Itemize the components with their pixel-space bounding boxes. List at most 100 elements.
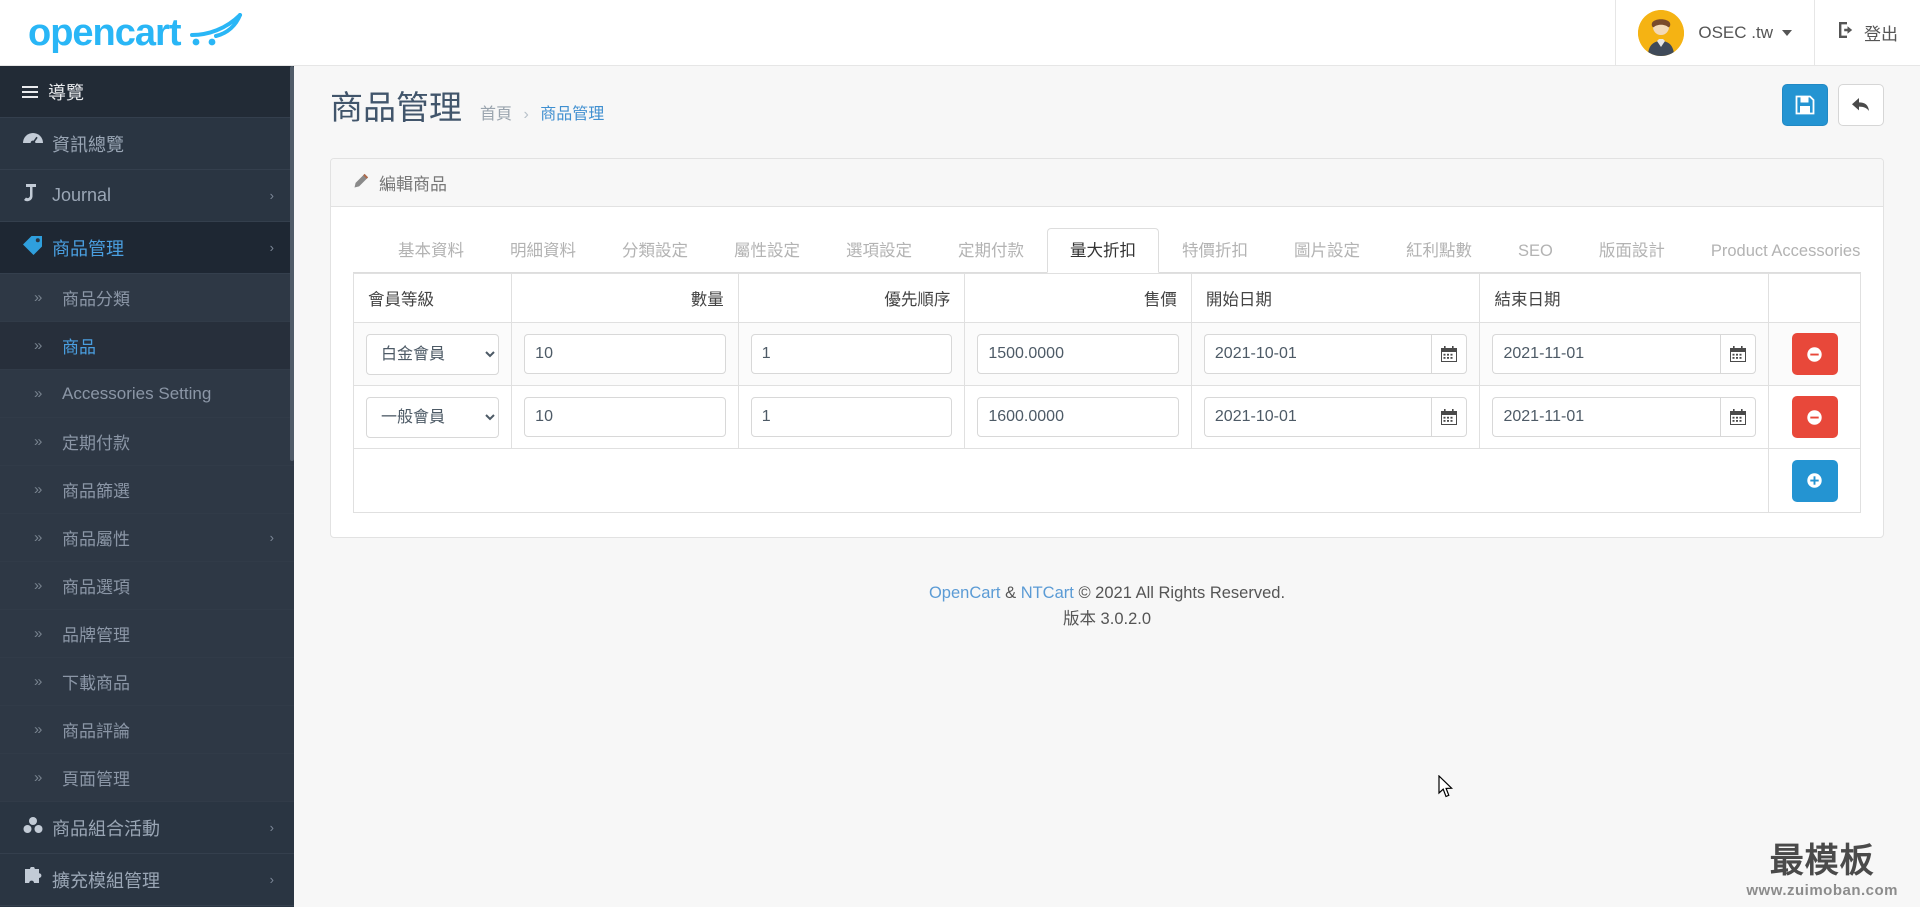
watermark: 最模板 www.zuimoban.com: [1746, 833, 1898, 899]
sidebar-item-journal[interactable]: Journal ›: [0, 170, 294, 222]
sidebar-subitem-reviews[interactable]: » 商品評論: [0, 706, 294, 754]
breadcrumb-home[interactable]: 首頁: [480, 106, 512, 123]
calendar-icon[interactable]: [1431, 334, 1468, 374]
sidebar-subitem-label: 品牌管理: [62, 626, 130, 645]
calendar-icon[interactable]: [1719, 334, 1757, 374]
chevron-down-icon: [1782, 29, 1792, 36]
tab-discount[interactable]: 量大折扣: [1047, 228, 1159, 273]
date-start-group: [1203, 397, 1468, 437]
price-input[interactable]: [977, 397, 1179, 437]
plus-circle-icon: [1807, 473, 1822, 488]
panel-body: 基本資料 明細資料 分類設定 屬性設定 選項設定 定期付款 量大折扣 特價折扣 …: [331, 207, 1883, 537]
hamburger-icon: [22, 85, 38, 98]
priority-input[interactable]: [750, 397, 953, 437]
price-input[interactable]: [977, 334, 1179, 374]
priority-input[interactable]: [750, 334, 953, 374]
sidebar-item-catalog[interactable]: 商品管理 ›: [0, 222, 294, 274]
sidebar-subitem-categories[interactable]: » 商品分類: [0, 274, 294, 322]
sidebar-subitem-recurring[interactable]: » 定期付款: [0, 418, 294, 466]
date-end-input[interactable]: [1492, 397, 1720, 437]
double-chevron-icon: »: [34, 625, 43, 642]
calendar-icon[interactable]: [1719, 397, 1757, 437]
sidebar-subitem-label: 商品屬性: [62, 530, 130, 549]
save-button[interactable]: [1782, 84, 1828, 126]
remove-row-button[interactable]: [1791, 333, 1838, 375]
sidebar-subitem-products[interactable]: » 商品: [0, 322, 294, 370]
customer-group-select[interactable]: 白金會員: [366, 333, 500, 375]
nav-toggle[interactable]: 導覽: [0, 66, 294, 118]
tab-option[interactable]: 選項設定: [823, 228, 935, 273]
sidebar-item-label: 資訊總覽: [52, 134, 124, 155]
double-chevron-icon: »: [34, 769, 43, 786]
sidebar-item-extensions[interactable]: 擴充模組管理 ›: [0, 854, 294, 906]
main-content: 商品管理 首頁 › 商品管理 編輯商品 基本資料 明細資料 分類設定 屬性設定 …: [294, 66, 1920, 907]
tab-data[interactable]: 明細資料: [487, 228, 599, 273]
customer-group-select[interactable]: 一般會員: [366, 396, 500, 438]
col-price: 售價: [964, 273, 1192, 323]
back-arrow-icon: [1852, 98, 1869, 111]
brand-logo[interactable]: opencart: [0, 0, 294, 65]
double-chevron-icon: »: [34, 529, 43, 546]
sidebar-subitem-downloads[interactable]: » 下載商品: [0, 658, 294, 706]
nav-header-label: 導覽: [48, 82, 84, 103]
cell-priority: [737, 322, 966, 386]
col-date-start: 開始日期: [1190, 273, 1481, 323]
tab-product-accessories[interactable]: Product Accessories: [1688, 228, 1883, 273]
date-start-input[interactable]: [1203, 334, 1432, 374]
cell-customer-group: 白金會員: [352, 322, 513, 386]
tab-image[interactable]: 圖片設定: [1271, 228, 1383, 273]
tab-seo[interactable]: SEO: [1495, 228, 1576, 273]
cell-price: [964, 322, 1192, 386]
table-footer-row: [352, 448, 1861, 513]
logout-label: 登出: [1864, 25, 1898, 44]
sidebar-subitem-information[interactable]: » 頁面管理: [0, 754, 294, 802]
remove-row-button[interactable]: [1791, 396, 1838, 438]
quantity-input[interactable]: [524, 397, 726, 437]
sidebar-subitem-filters[interactable]: » 商品篩選: [0, 466, 294, 514]
calendar-icon[interactable]: [1431, 397, 1468, 437]
ntcart-link[interactable]: NTCart: [1021, 584, 1074, 602]
tab-recurring[interactable]: 定期付款: [935, 228, 1047, 273]
date-start-input[interactable]: [1203, 397, 1432, 437]
discount-table: 會員等級 數量 優先順序 售價 開始日期 結束日期 白金會員 10 1 1500…: [352, 273, 1861, 513]
sidebar-item-dashboard[interactable]: 資訊總覽: [0, 118, 294, 170]
back-button[interactable]: [1838, 84, 1884, 126]
tab-attribute[interactable]: 屬性設定: [711, 228, 823, 273]
edit-product-panel: 編輯商品 基本資料 明細資料 分類設定 屬性設定 選項設定 定期付款 量大折扣 …: [330, 158, 1884, 538]
add-row-button[interactable]: [1791, 459, 1838, 502]
col-date-end: 結束日期: [1479, 273, 1770, 323]
footer-copyright: © 2021 All Rights Reserved.: [1073, 584, 1286, 602]
cell-quantity: [511, 322, 739, 386]
tab-special[interactable]: 特價折扣: [1159, 228, 1271, 273]
table-row: 一般會員: [352, 385, 1861, 449]
logout-button[interactable]: 登出: [1814, 0, 1920, 65]
tab-links[interactable]: 分類設定: [599, 228, 711, 273]
footer: OpenCart & NTCart © 2021 All Rights Rese…: [294, 580, 1920, 633]
top-header: opencart OSEC .tw 登出: [0, 0, 1920, 66]
sidebar-subitem-attributes[interactable]: » 商品屬性 ›: [0, 514, 294, 562]
tab-design[interactable]: 版面設計: [1576, 228, 1688, 273]
tab-bar: 基本資料 明細資料 分類設定 屬性設定 選項設定 定期付款 量大折扣 特價折扣 …: [353, 227, 1861, 273]
sidebar-subitem-manufacturers[interactable]: » 品牌管理: [0, 610, 294, 658]
date-end-input[interactable]: [1492, 334, 1720, 374]
sidebar-subitem-label: 頁面管理: [62, 770, 130, 789]
breadcrumb-current[interactable]: 商品管理: [540, 106, 604, 123]
col-customer-group: 會員等級: [352, 273, 513, 323]
quantity-input[interactable]: [524, 334, 726, 374]
sidebar-item-label: 商品組合活動: [52, 818, 160, 839]
sidebar-item-bundles[interactable]: 商品組合活動 ›: [0, 802, 294, 854]
sidebar-subitem-label: 下載商品: [62, 674, 130, 693]
opencart-link[interactable]: OpenCart: [929, 584, 1001, 602]
double-chevron-icon: »: [34, 577, 43, 594]
sidebar-subitem-accessories-setting[interactable]: » Accessories Setting: [0, 370, 294, 418]
tab-general[interactable]: 基本資料: [375, 228, 487, 273]
cell-add-action: [1768, 448, 1861, 513]
chevron-right-icon: ›: [269, 820, 274, 835]
sidebar-item-label: Journal: [52, 185, 112, 205]
tab-reward[interactable]: 紅利點數: [1383, 228, 1495, 273]
date-end-group: [1492, 334, 1757, 374]
sidebar-subitem-options[interactable]: » 商品選項: [0, 562, 294, 610]
double-chevron-icon: »: [34, 289, 43, 306]
shopping-cart-icon: [186, 13, 244, 52]
user-menu[interactable]: OSEC .tw: [1615, 0, 1814, 65]
